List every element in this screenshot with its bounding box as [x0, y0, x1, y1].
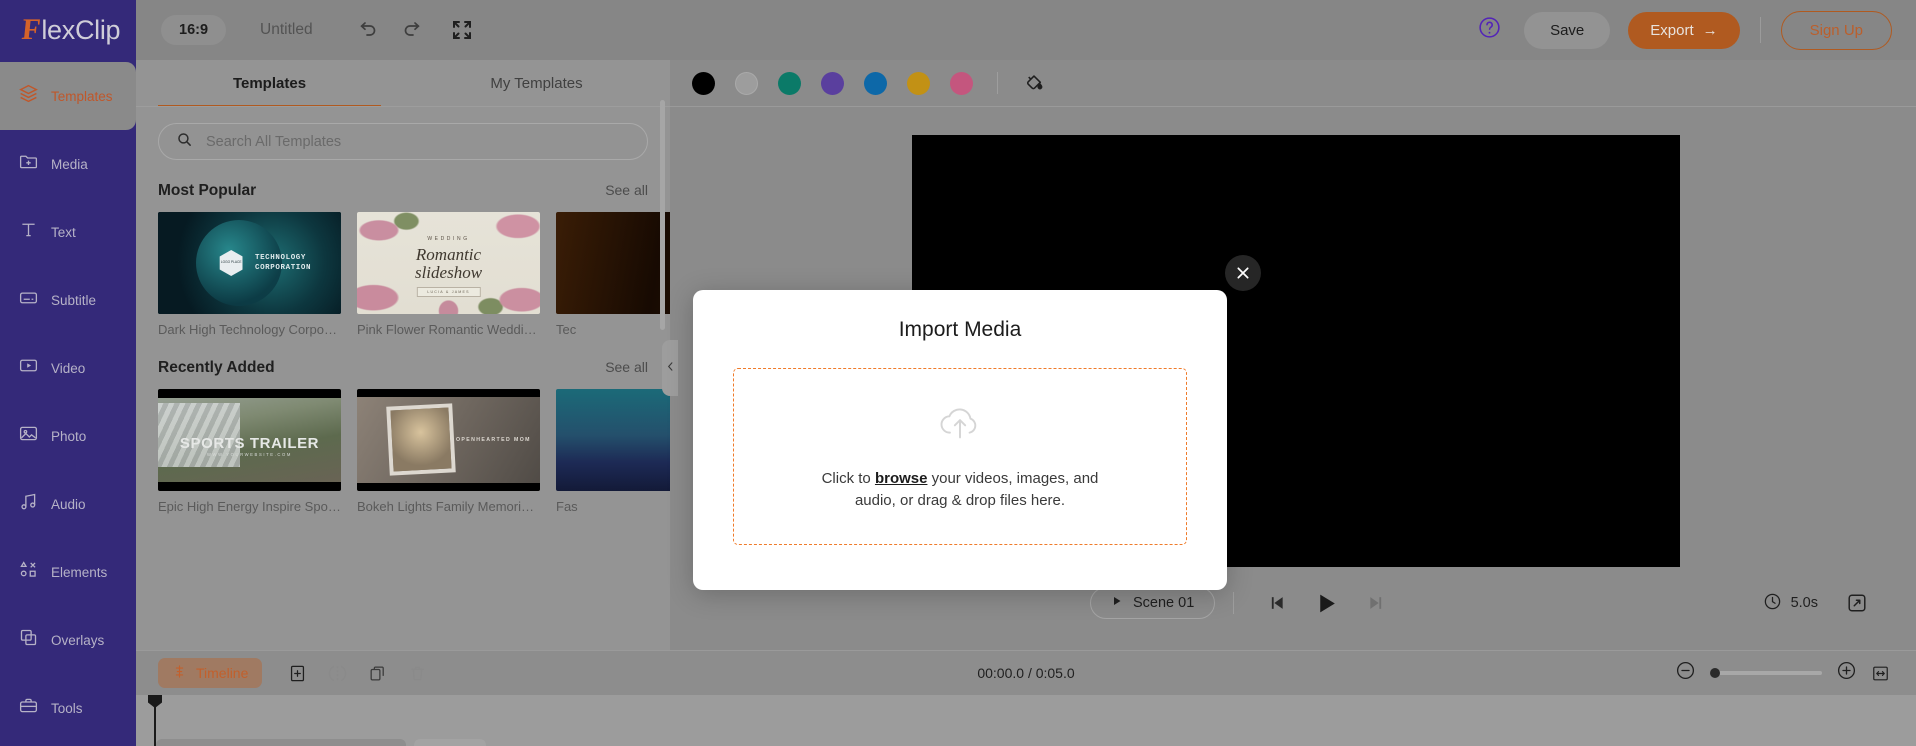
- modal-title: Import Media: [898, 318, 1022, 341]
- file-dropzone[interactable]: Click to browse your videos, images, and…: [733, 368, 1187, 545]
- cloud-upload-icon: [937, 401, 983, 468]
- browse-link[interactable]: browse: [875, 470, 928, 487]
- import-media-modal: Import Media Click to browse your videos…: [693, 290, 1227, 590]
- close-icon[interactable]: [1225, 255, 1261, 291]
- dropzone-text: Click to browse your videos, images, and…: [810, 468, 1110, 513]
- dropzone-text-before: Click to: [821, 469, 875, 487]
